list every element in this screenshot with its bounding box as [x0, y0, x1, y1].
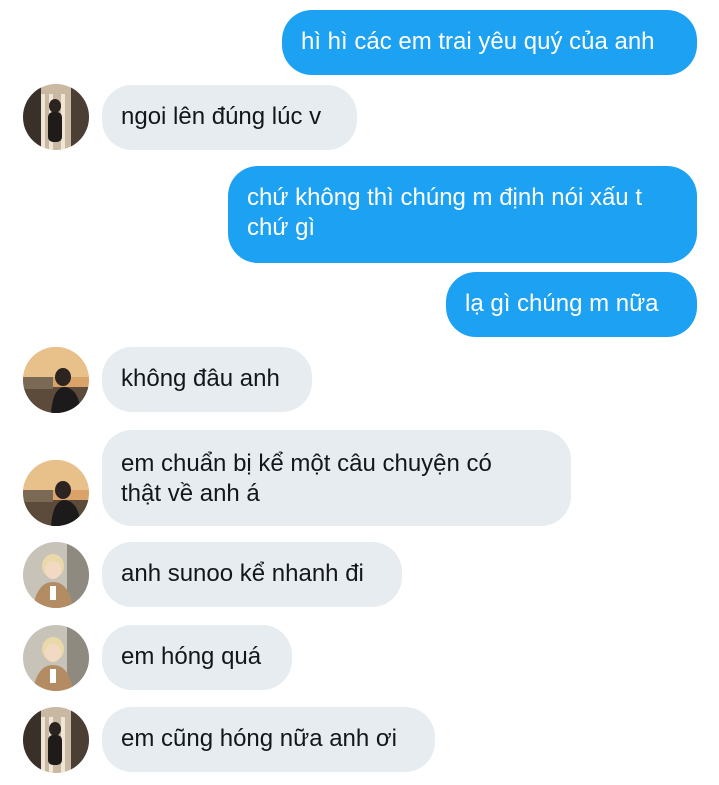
- avatar-user-a[interactable]: [23, 707, 89, 773]
- incoming-message[interactable]: ngoi lên đúng lúc v: [102, 85, 357, 150]
- incoming-message[interactable]: em chuẩn bị kể một câu chuyện có thật về…: [102, 430, 571, 526]
- incoming-message[interactable]: không đâu anh: [102, 347, 312, 412]
- outgoing-message[interactable]: chứ không thì chúng m định nói xấu t chứ…: [228, 166, 697, 263]
- avatar-user-b[interactable]: [23, 460, 89, 526]
- incoming-message[interactable]: em hóng quá: [102, 625, 292, 690]
- outgoing-message[interactable]: hì hì các em trai yêu quý của anh: [282, 10, 697, 75]
- avatar-user-b[interactable]: [23, 347, 89, 413]
- avatar-user-a[interactable]: [23, 84, 89, 150]
- avatar-user-c[interactable]: [23, 542, 89, 608]
- incoming-message[interactable]: em cũng hóng nữa anh ơi: [102, 707, 435, 772]
- outgoing-message[interactable]: lạ gì chúng m nữa: [446, 272, 697, 337]
- avatar-user-c[interactable]: [23, 625, 89, 691]
- incoming-message[interactable]: anh sunoo kể nhanh đi: [102, 542, 402, 607]
